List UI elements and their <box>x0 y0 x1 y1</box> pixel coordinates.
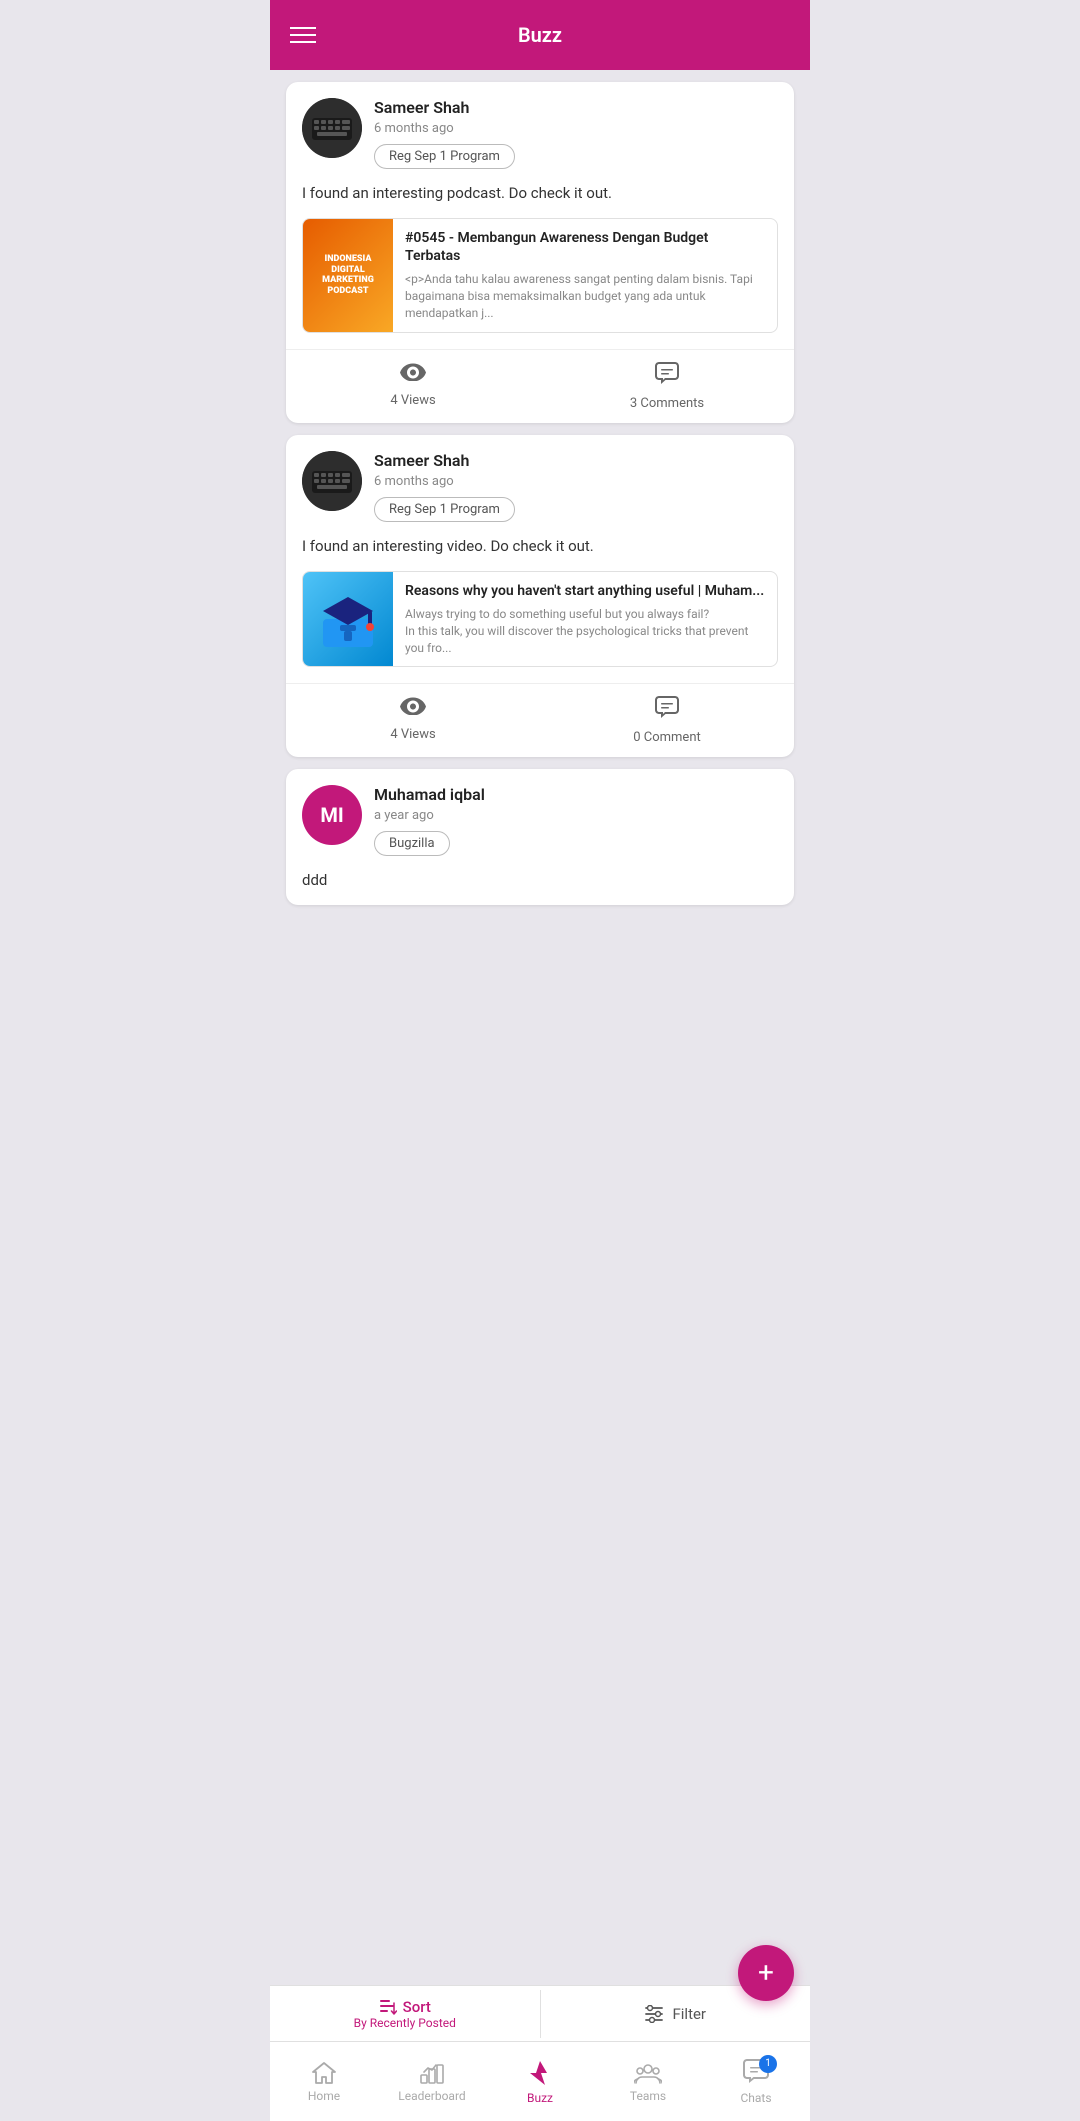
comments-stat[interactable]: 0 Comment <box>540 696 794 745</box>
post-time: a year ago <box>374 808 778 823</box>
feed-content: Sameer Shah 6 months ago Reg Sep 1 Progr… <box>270 70 810 1065</box>
chats-badge-container: 1 <box>743 2059 769 2087</box>
views-label: 4 Views <box>390 393 435 408</box>
post-tag[interactable]: Reg Sep 1 Program <box>374 497 515 522</box>
post-stats: 4 Views 0 Comment <box>286 684 794 757</box>
nav-item-chats[interactable]: 1 Chats <box>702 2042 810 2121</box>
link-title: #0545 - Membangun Awareness Dengan Budge… <box>405 229 765 265</box>
nav-label-home: Home <box>308 2089 340 2103</box>
sort-btn-top: Sort <box>379 1998 431 2016</box>
eye-icon <box>400 362 426 387</box>
post-card: Sameer Shah 6 months ago Reg Sep 1 Progr… <box>286 435 794 758</box>
avatar-initials: MI <box>302 785 362 845</box>
post-user-info: Sameer Shah 6 months ago Reg Sep 1 Progr… <box>374 451 778 522</box>
thumb-text: INDONESIADIGITALMARKETINGPODCAST <box>322 254 374 297</box>
post-header: Sameer Shah 6 months ago Reg Sep 1 Progr… <box>286 82 794 169</box>
comments-label: 3 Comments <box>630 396 704 411</box>
nav-label-buzz: Buzz <box>527 2091 553 2105</box>
link-thumbnail-video <box>303 572 393 667</box>
link-info: Reasons why you haven't start anything u… <box>393 572 777 667</box>
post-link-preview[interactable]: Reasons why you haven't start anything u… <box>302 571 778 668</box>
keyboard-avatar-svg-2 <box>302 451 362 511</box>
views-label: 4 Views <box>390 727 435 742</box>
post-username: Sameer Shah <box>374 451 778 470</box>
sort-sub-label: By Recently Posted <box>354 2016 456 2030</box>
grad-cap-container <box>311 580 385 659</box>
home-icon <box>311 2061 337 2085</box>
views-stat[interactable]: 4 Views <box>286 696 540 745</box>
link-title: Reasons why you haven't start anything u… <box>405 582 765 600</box>
chat-badge-count: 1 <box>759 2055 777 2073</box>
sort-icon <box>379 1998 397 2016</box>
nav-label-leaderboard: Leaderboard <box>398 2089 465 2103</box>
post-tag[interactable]: Reg Sep 1 Program <box>374 144 515 169</box>
bottom-nav: Home Leaderboard Buzz Teams <box>270 2041 810 2121</box>
sort-bar: Sort By Recently Posted Filter <box>270 1985 810 2041</box>
plus-icon: + <box>758 1959 774 1987</box>
comments-label: 0 Comment <box>633 730 701 745</box>
post-user-info: Muhamad iqbal a year ago Bugzilla <box>374 785 778 856</box>
post-text: I found an interesting video. Do check i… <box>286 522 794 571</box>
nav-item-teams[interactable]: Teams <box>594 2042 702 2121</box>
keyboard-avatar-svg <box>302 98 362 158</box>
comment-icon <box>655 362 679 390</box>
link-thumbnail: INDONESIADIGITALMARKETINGPODCAST <box>303 219 393 332</box>
post-card: MI Muhamad iqbal a year ago Bugzilla ddd <box>286 769 794 905</box>
sort-button[interactable]: Sort By Recently Posted <box>270 1990 541 2038</box>
post-link-preview[interactable]: INDONESIADIGITALMARKETINGPODCAST #0545 -… <box>302 218 778 333</box>
nav-label-teams: Teams <box>630 2089 666 2103</box>
post-time: 6 months ago <box>374 474 778 489</box>
post-text: I found an interesting podcast. Do check… <box>286 169 794 218</box>
leaderboard-icon <box>419 2061 445 2085</box>
eye-icon <box>400 696 426 721</box>
avatar-initials-text: MI <box>320 803 343 827</box>
post-header: MI Muhamad iqbal a year ago Bugzilla <box>286 769 794 856</box>
post-time: 6 months ago <box>374 121 778 136</box>
menu-button[interactable] <box>290 27 316 43</box>
post-stats: 4 Views 3 Comments <box>286 350 794 423</box>
avatar <box>302 451 362 511</box>
filter-label: Filter <box>672 2005 706 2023</box>
link-desc: <p>Anda tahu kalau awareness sangat pent… <box>405 271 765 321</box>
nav-item-buzz[interactable]: Buzz <box>486 2042 594 2121</box>
post-header: Sameer Shah 6 months ago Reg Sep 1 Progr… <box>286 435 794 522</box>
nav-item-home[interactable]: Home <box>270 2042 378 2121</box>
sort-label: Sort <box>403 1998 431 2016</box>
create-post-fab[interactable]: + <box>738 1945 794 2001</box>
nav-item-leaderboard[interactable]: Leaderboard <box>378 2042 486 2121</box>
link-info: #0545 - Membangun Awareness Dengan Budge… <box>393 219 777 332</box>
buzz-icon <box>527 2059 553 2087</box>
nav-label-chats: Chats <box>740 2091 771 2105</box>
avatar <box>302 98 362 158</box>
graduation-icon <box>318 589 378 649</box>
teams-icon <box>634 2061 662 2085</box>
views-stat[interactable]: 4 Views <box>286 362 540 411</box>
post-text: ddd <box>286 856 794 905</box>
link-desc: Always trying to do something useful but… <box>405 606 765 656</box>
filter-icon <box>644 2005 664 2023</box>
post-tag[interactable]: Bugzilla <box>374 831 450 856</box>
post-username: Muhamad iqbal <box>374 785 778 804</box>
filter-button[interactable]: Filter <box>541 2005 811 2023</box>
header: Buzz <box>270 0 810 70</box>
header-title: Buzz <box>518 23 562 47</box>
comments-stat[interactable]: 3 Comments <box>540 362 794 411</box>
post-user-info: Sameer Shah 6 months ago Reg Sep 1 Progr… <box>374 98 778 169</box>
post-card: Sameer Shah 6 months ago Reg Sep 1 Progr… <box>286 82 794 423</box>
comment-icon <box>655 696 679 724</box>
post-username: Sameer Shah <box>374 98 778 117</box>
